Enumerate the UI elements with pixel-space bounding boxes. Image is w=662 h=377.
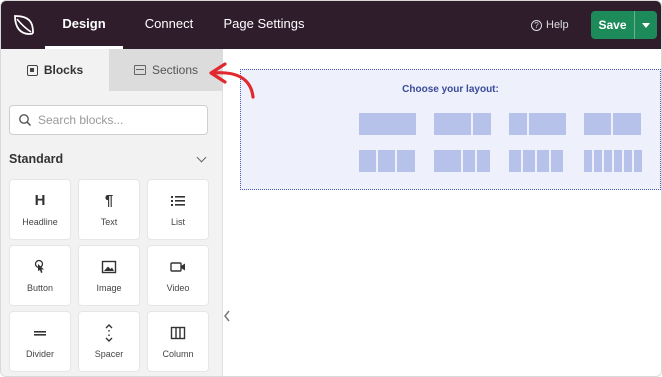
block-grid: H Headline ¶ Text List Button Image Vide… — [9, 179, 209, 372]
block-label: Spacer — [94, 348, 124, 359]
sidebar-tab-blocks[interactable]: Blocks — [1, 49, 109, 91]
block-label: Headline — [22, 216, 58, 227]
block-video[interactable]: Video — [147, 245, 209, 306]
blocks-icon — [26, 64, 38, 76]
layout-title: Choose your layout: — [402, 84, 499, 95]
standard-group-header[interactable]: Standard — [9, 150, 209, 168]
block-headline[interactable]: H Headline — [9, 179, 71, 240]
red-arrow-annotation-icon — [209, 62, 255, 99]
block-list[interactable]: List — [147, 179, 209, 240]
block-label: Button — [26, 282, 54, 293]
button-pointer-icon — [32, 259, 48, 275]
search-box — [9, 105, 208, 135]
layout-option-1-column[interactable] — [359, 113, 416, 135]
layout-option-6-columns[interactable] — [584, 150, 642, 172]
tab-page-settings[interactable]: Page Settings — [217, 1, 311, 49]
search-icon — [19, 114, 32, 127]
collapse-sidebar-chevron-icon[interactable] — [222, 309, 232, 323]
save-button[interactable]: Save — [591, 11, 634, 39]
layout-option-2-1-1-columns[interactable] — [434, 150, 490, 172]
block-label: Column — [162, 348, 194, 359]
sections-icon — [133, 65, 146, 75]
app-window: Design Connect Page Settings ? Help Save… — [0, 0, 662, 377]
help-label: Help — [546, 19, 569, 31]
layout-option-3-columns[interactable] — [359, 150, 415, 172]
column-icon — [170, 325, 186, 341]
sidebar: Blocks Sections Standard H Headline ¶ T — [1, 49, 223, 376]
block-image[interactable]: Image — [78, 245, 140, 306]
block-label: Image — [96, 282, 122, 293]
layout-chooser: Choose your layout: — [240, 69, 661, 190]
block-label: Video — [166, 282, 190, 293]
group-title: Standard — [9, 152, 64, 166]
search-input[interactable] — [38, 113, 198, 127]
list-icon — [170, 193, 186, 209]
save-options-dropdown[interactable] — [634, 11, 657, 39]
question-circle-icon: ? — [531, 19, 542, 31]
tab-connect[interactable]: Connect — [133, 1, 205, 49]
chevron-down-icon — [196, 152, 207, 162]
video-icon — [170, 259, 186, 275]
block-spacer[interactable]: Spacer — [78, 311, 140, 372]
block-label: Divider — [25, 348, 54, 359]
headline-icon: H — [34, 192, 46, 209]
layout-option-1-2-columns[interactable] — [509, 113, 566, 135]
sidebar-tab-label: Sections — [151, 63, 199, 77]
block-label: Text — [100, 216, 118, 227]
layout-option-4-columns[interactable] — [509, 150, 563, 172]
layout-option-2-columns[interactable] — [584, 113, 641, 135]
save-button-group: Save — [591, 11, 657, 39]
top-navigation-bar: Design Connect Page Settings ? Help Save — [1, 1, 661, 49]
paragraph-icon: ¶ — [104, 192, 114, 209]
block-button[interactable]: Button — [9, 245, 71, 306]
help-link[interactable]: ? Help — [531, 16, 569, 34]
caret-down-icon — [642, 22, 650, 28]
block-divider[interactable]: Divider — [9, 311, 71, 372]
block-label: List — [170, 216, 185, 227]
divider-icon — [32, 325, 48, 341]
block-text[interactable]: ¶ Text — [78, 179, 140, 240]
image-icon — [101, 259, 117, 275]
layout-option-2-1-columns[interactable] — [434, 113, 491, 135]
block-column[interactable]: Column — [147, 311, 209, 372]
spacer-icon — [103, 323, 115, 342]
tab-design[interactable]: Design — [45, 1, 123, 49]
seedprod-leaf-logo-icon[interactable] — [11, 12, 37, 38]
sidebar-tab-label: Blocks — [43, 63, 84, 77]
